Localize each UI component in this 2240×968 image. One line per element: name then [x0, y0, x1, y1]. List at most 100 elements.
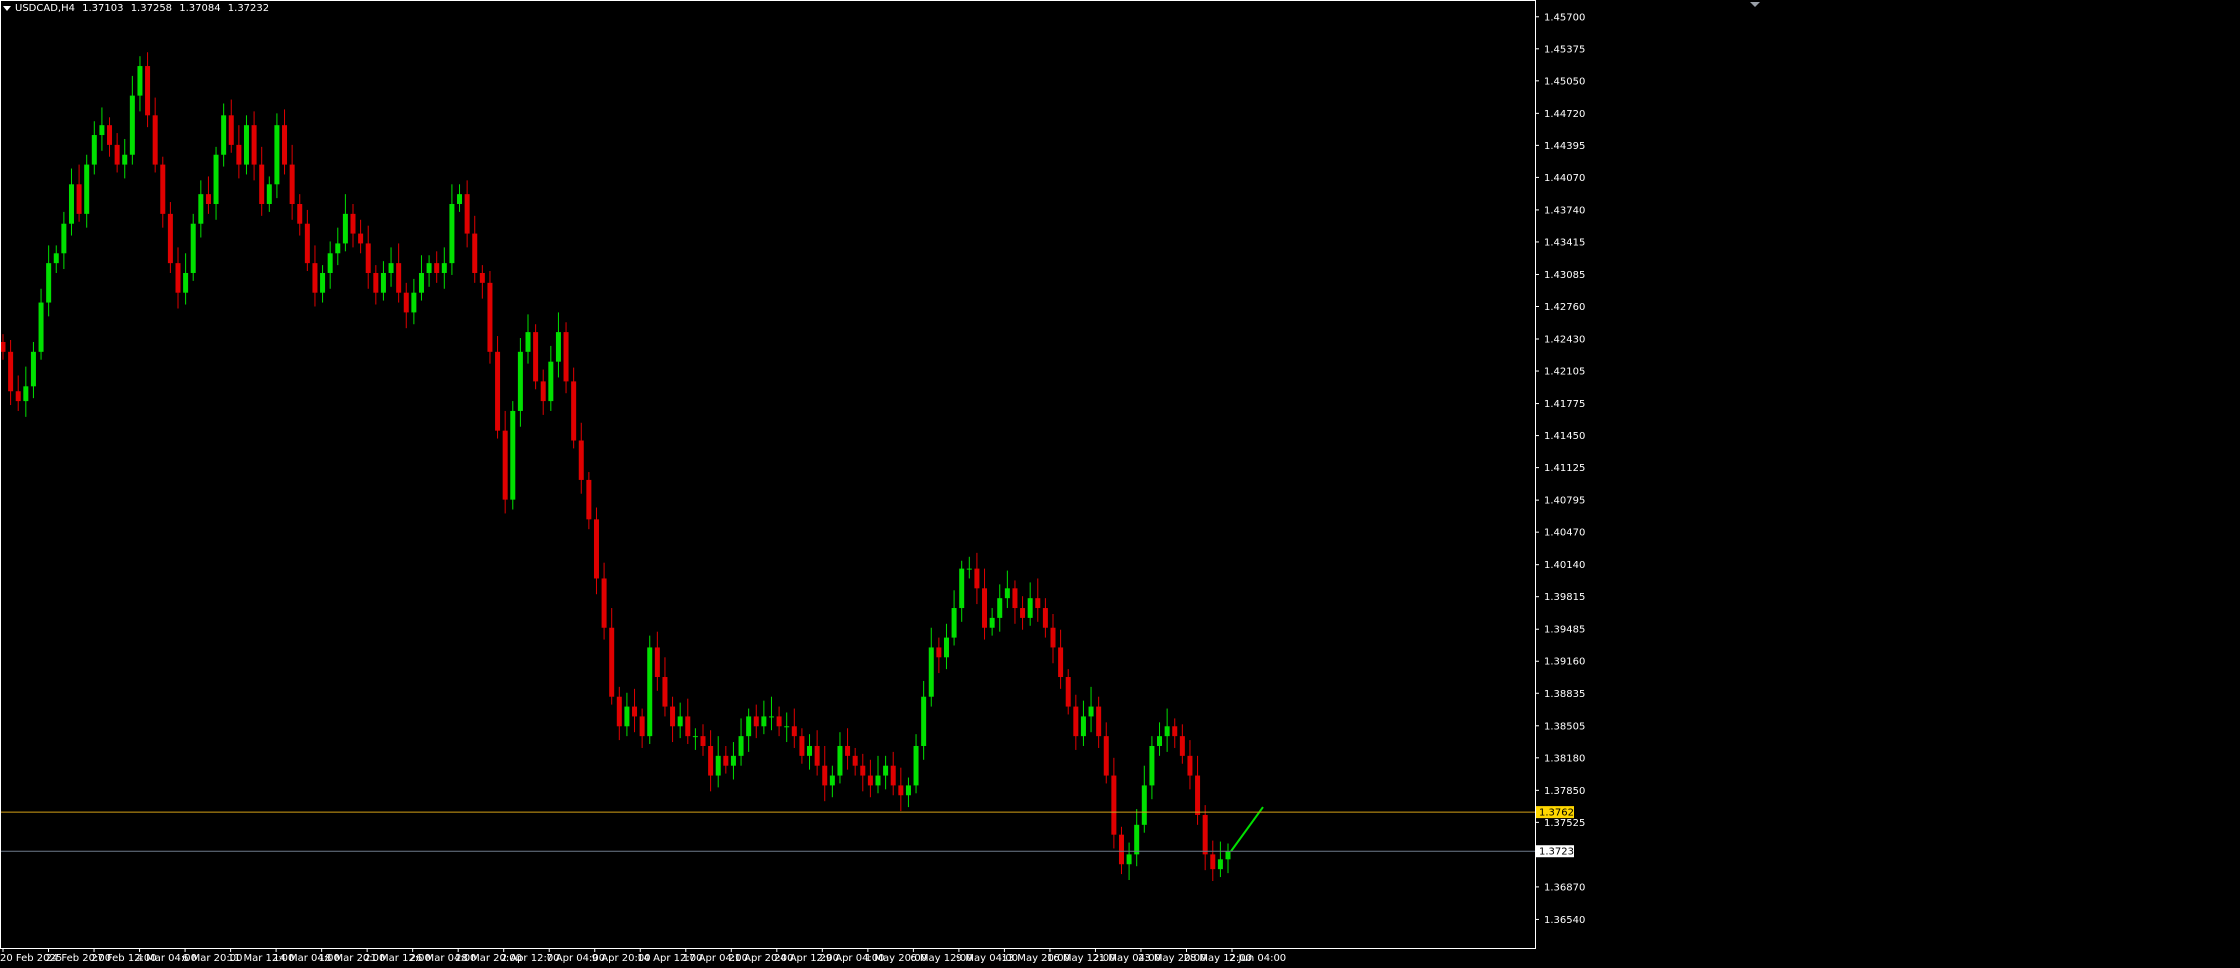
candle-body	[396, 263, 402, 293]
candle-body	[700, 736, 706, 746]
candle-body	[1202, 814, 1208, 855]
candle-body	[1035, 598, 1041, 609]
candle-body	[517, 351, 523, 411]
candle-body	[997, 598, 1003, 618]
price-axis-label: 1.40795	[1544, 496, 1585, 507]
chart-shift-marker-icon[interactable]	[1750, 2, 1760, 7]
candle-body	[959, 568, 965, 609]
candle-body	[304, 223, 310, 264]
candle-body	[23, 386, 29, 402]
candle-body	[487, 282, 493, 352]
candle-body	[1004, 588, 1010, 599]
candle-body	[723, 755, 729, 766]
candle-body	[1210, 854, 1216, 870]
candle-body	[297, 204, 303, 224]
candle-body	[259, 164, 265, 205]
candle-body	[1027, 598, 1033, 618]
candle-body	[593, 519, 599, 579]
candle-body	[479, 272, 485, 283]
candle-body	[91, 135, 97, 165]
candle-body	[243, 125, 249, 165]
candle-body	[160, 164, 166, 214]
candle-body	[943, 637, 949, 658]
candle-body	[289, 164, 295, 205]
candle-body	[1073, 706, 1079, 737]
candle-body	[46, 263, 52, 303]
candle-body	[814, 745, 820, 766]
candle-body	[852, 755, 858, 766]
candle-body	[8, 351, 14, 392]
candle-body	[358, 233, 364, 244]
candle-body	[61, 223, 67, 254]
price-axis-label: 1.44395	[1544, 141, 1585, 152]
candle-body	[183, 272, 189, 293]
candle-body	[282, 125, 288, 165]
candle-body	[654, 647, 660, 678]
candle-body	[84, 164, 90, 214]
candle-body	[1088, 706, 1094, 717]
candle-body	[1179, 736, 1185, 756]
candle-body	[190, 223, 196, 273]
candle-body	[1050, 627, 1056, 648]
candle-body	[921, 696, 927, 746]
candle-body	[578, 440, 584, 480]
candle-body	[586, 479, 592, 520]
candle-body	[928, 647, 934, 697]
candle-body	[312, 263, 318, 293]
candle-body	[715, 755, 721, 776]
candle-body	[883, 765, 889, 776]
price-axis-label: 1.36870	[1544, 882, 1585, 893]
candle-body	[1164, 726, 1170, 737]
candle-body	[228, 115, 234, 145]
candle-body	[122, 154, 128, 165]
candle-body	[426, 263, 432, 273]
candle-body	[1141, 785, 1147, 825]
candle-body	[989, 617, 995, 628]
candle-body	[266, 184, 272, 205]
price-chart[interactable]: 1.45700 1.45375 1.45050 1.44720 1.44395 1.440…	[0, 0, 2240, 968]
candle-body	[434, 263, 440, 273]
candle-body	[525, 332, 531, 352]
trend-arrow[interactable]	[1230, 806, 1264, 852]
candle-body	[555, 332, 561, 362]
price-axis-label: 1.43740	[1544, 205, 1585, 216]
candle-body	[76, 184, 82, 214]
candle-body	[114, 144, 120, 165]
candle-body	[982, 588, 988, 628]
candle-body	[936, 647, 942, 658]
price-axis-label: 1.41125	[1544, 463, 1585, 474]
candle-body	[411, 292, 417, 313]
candle-body	[418, 272, 424, 293]
price-axis-label: 1.39815	[1544, 592, 1585, 603]
candle-body	[107, 125, 113, 145]
candle-body	[251, 125, 257, 165]
candle-body	[502, 430, 508, 500]
candle-body	[495, 351, 501, 431]
candle-body	[388, 263, 394, 273]
candle-body	[1195, 775, 1201, 815]
candle-body	[68, 184, 74, 224]
candle-body	[175, 263, 181, 293]
candle-body	[380, 272, 386, 293]
candle-body	[563, 332, 569, 382]
candle-body	[860, 765, 866, 776]
candle-body	[1096, 706, 1102, 737]
candle-body	[548, 361, 554, 402]
candle-body	[0, 341, 6, 352]
candle-body	[403, 292, 409, 313]
price-axis-label: 1.45050	[1544, 76, 1585, 87]
candle-body	[616, 696, 622, 727]
candle-body	[837, 745, 843, 776]
candle-body	[898, 785, 904, 796]
candle-body	[746, 716, 752, 737]
candle-body	[464, 194, 470, 234]
candle-body	[472, 233, 478, 273]
candle-body	[951, 608, 957, 638]
candle-body	[730, 755, 736, 766]
candle-body	[867, 775, 873, 786]
candle-body	[350, 213, 356, 234]
bid-price-label: 1.37232	[1539, 847, 1580, 858]
candle-body	[213, 154, 219, 205]
price-axis-label: 1.43085	[1544, 270, 1585, 281]
candle-body	[1126, 854, 1132, 865]
